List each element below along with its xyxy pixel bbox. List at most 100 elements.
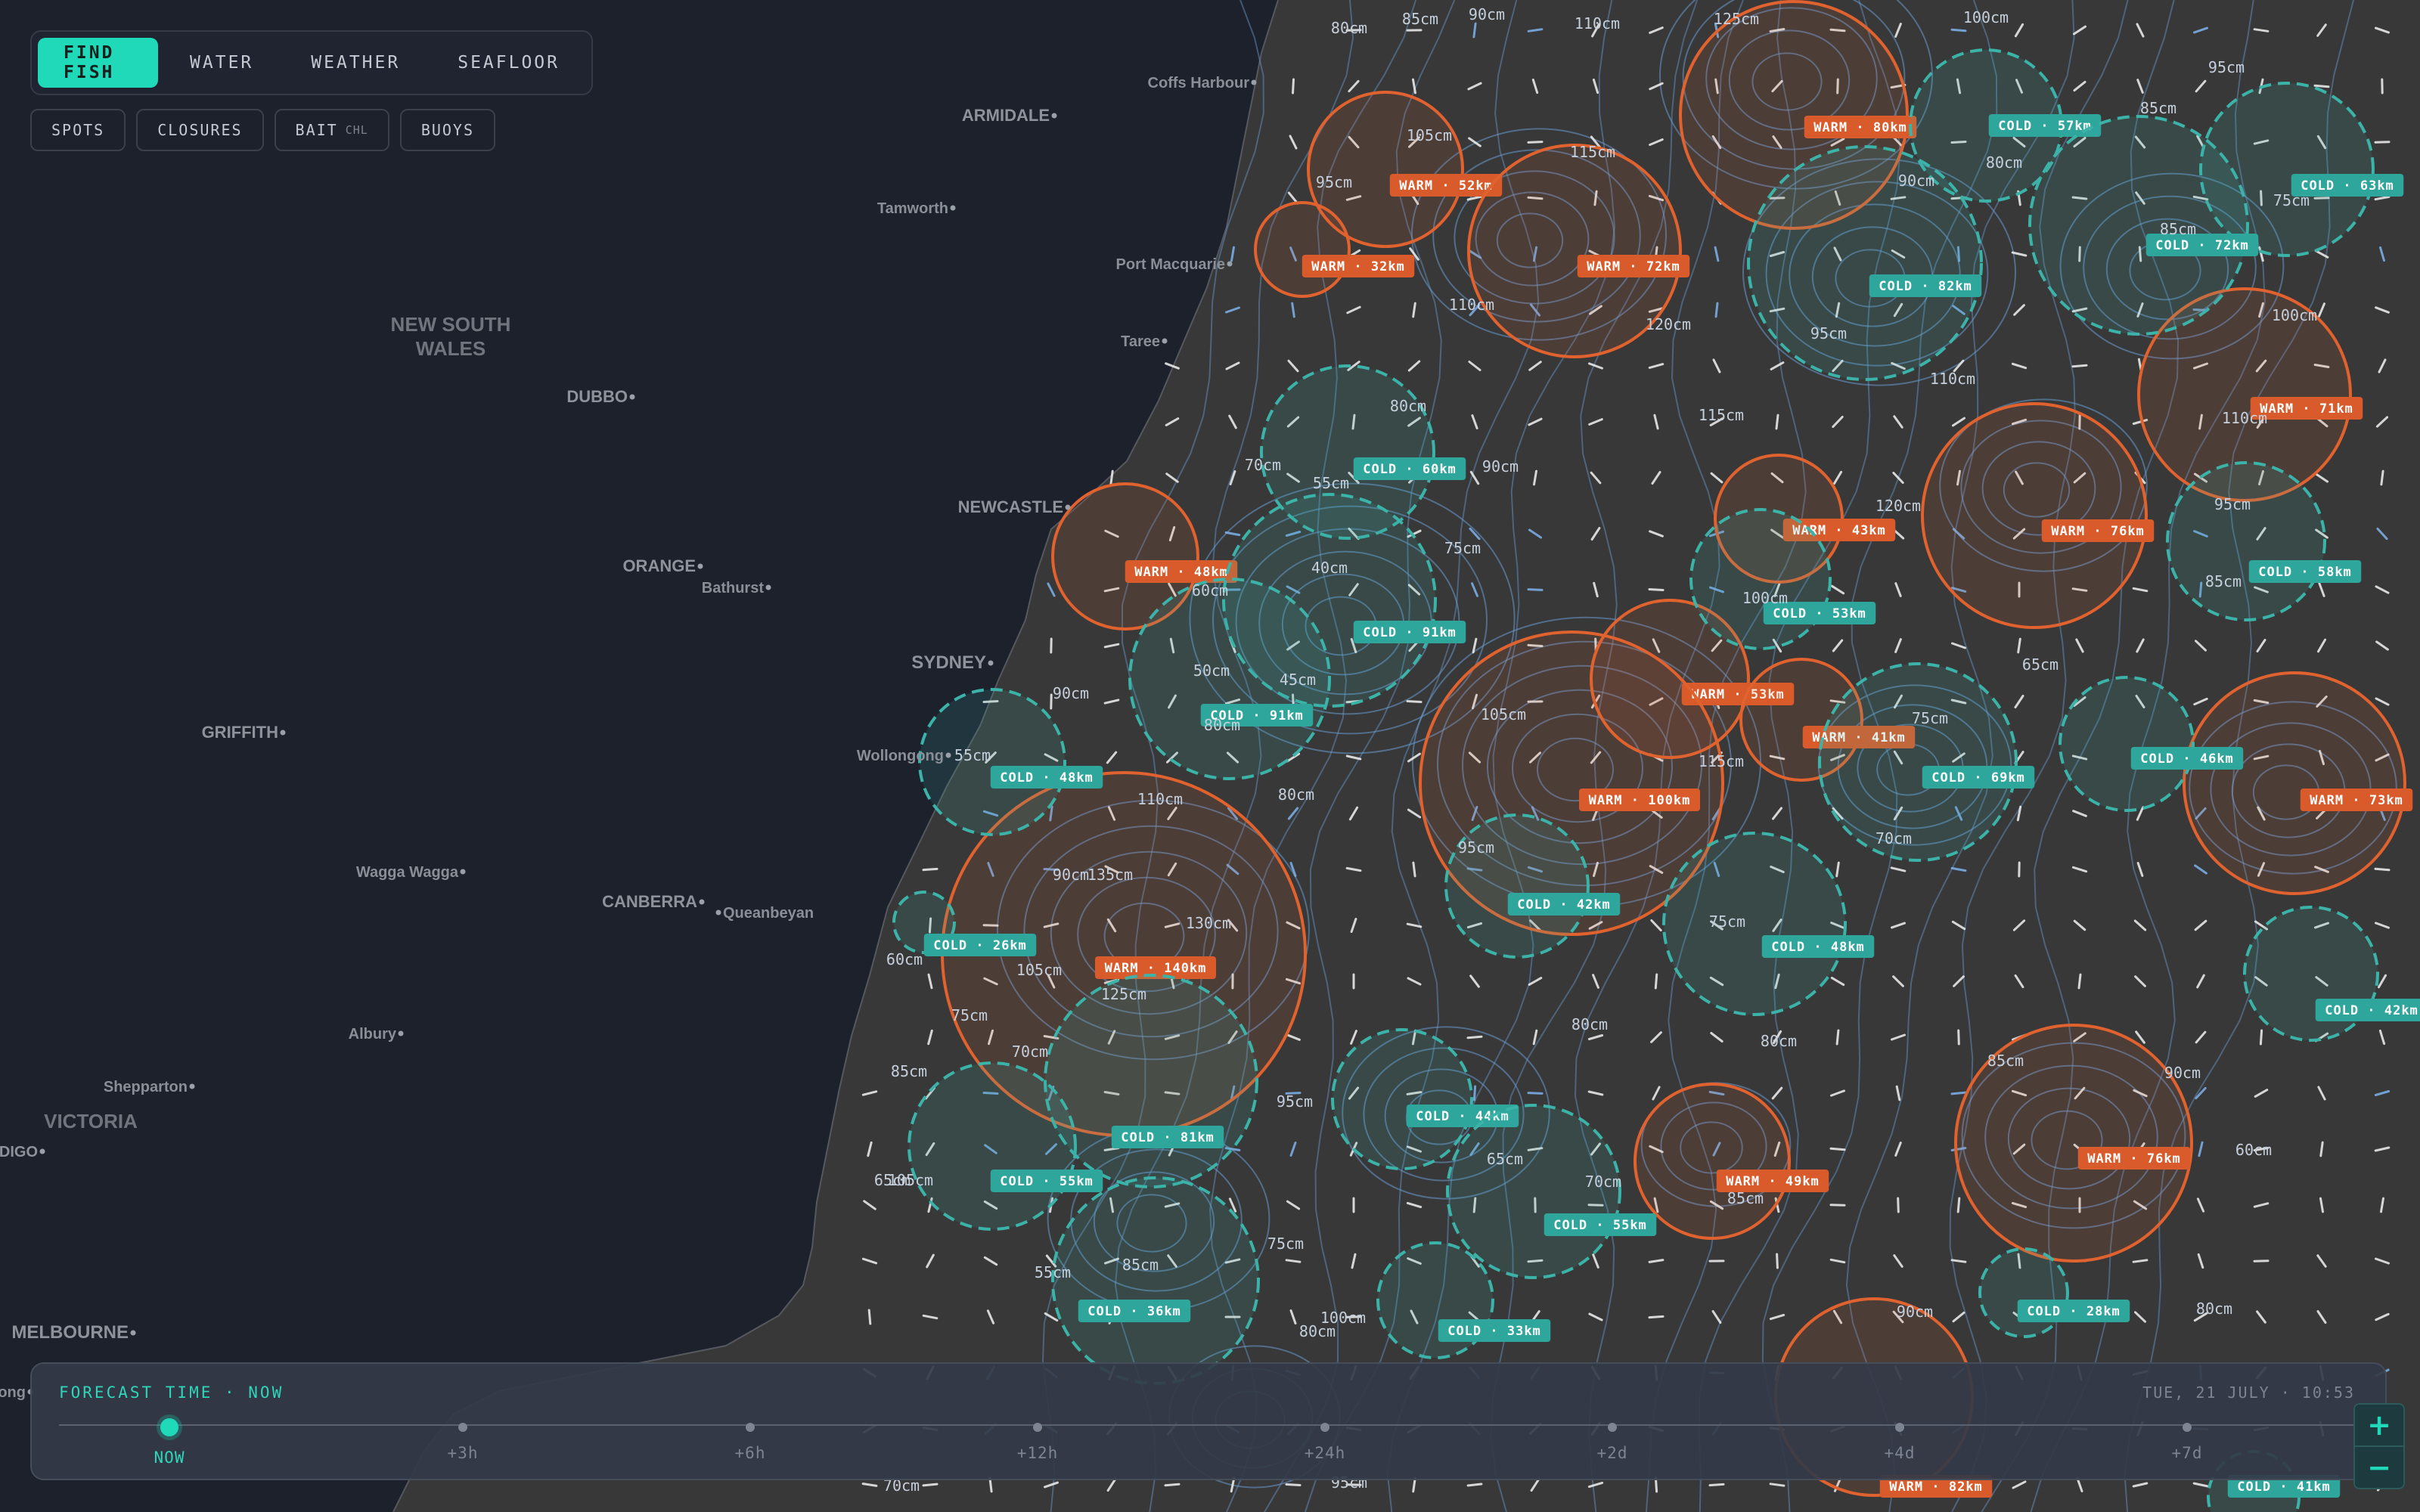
contour-value-label: 90cm: [1469, 5, 1505, 23]
contour-value-label: 90cm: [1898, 172, 1934, 190]
tab-seafloor[interactable]: SEAFLOOR: [432, 38, 585, 88]
eddy-tag-label: COLD · 41km: [2237, 1479, 2331, 1495]
city-bathurst[interactable]: Bathurst: [702, 580, 771, 596]
contour-value-label: 55cm: [1313, 474, 1349, 492]
eddy-ring: [1044, 974, 1258, 1188]
eddy-ring: [1978, 1247, 2069, 1338]
city-label: Coffs Harbour: [1148, 75, 1250, 91]
contour-value-label: 130cm: [1186, 914, 1231, 932]
contour-value-label: 70cm: [1012, 1043, 1048, 1061]
city-newcastle[interactable]: NEWCASTLE: [958, 497, 1071, 516]
contour-value-label: 110cm: [1449, 296, 1494, 314]
bait-chip[interactable]: BAIT CHL: [274, 109, 389, 151]
contour-value-label: 90cm: [1053, 684, 1089, 702]
eddy-ring: [2028, 115, 2249, 336]
city-port-macquarie[interactable]: Port Macquarie: [1116, 256, 1233, 273]
city-sydney[interactable]: SYDNEY: [911, 652, 994, 673]
city-wollongong[interactable]: Wollongong: [857, 748, 951, 764]
city-label: Bathurst: [702, 580, 765, 596]
city-dot: [945, 752, 951, 758]
city-orange[interactable]: ORANGE: [622, 556, 703, 575]
tab-water[interactable]: WATER: [164, 38, 279, 88]
contour-value-label: 105cm: [1016, 961, 1062, 979]
tab-weather[interactable]: WEATHER: [285, 38, 426, 88]
contour-value-label: 75cm: [951, 1006, 988, 1024]
city-canberra[interactable]: CANBERRA: [602, 892, 705, 911]
current-arrow: [1466, 1035, 1483, 1040]
city-melbourne[interactable]: MELBOURNE: [11, 1322, 136, 1343]
timeline-track[interactable]: [59, 1424, 2355, 1426]
contour-value-label: 85cm: [2205, 572, 2242, 590]
city-albury[interactable]: Albury: [349, 1026, 404, 1043]
contour-value-label: 80cm: [1986, 153, 2022, 172]
eddy-tag-label: WARM · 71km: [2260, 401, 2353, 417]
eddy-tag-label: COLD · 60km: [1363, 462, 1457, 477]
eddy-tag-label: COLD · 42km: [1517, 897, 1611, 912]
chip-label: CLOSURES: [157, 121, 243, 139]
city-shepparton[interactable]: Shepparton: [104, 1079, 195, 1095]
tick-label: +2d: [1596, 1444, 1628, 1462]
eddy-tag-label: COLD · 36km: [1087, 1304, 1181, 1319]
eddy-tag-label: COLD · 48km: [1000, 770, 1094, 785]
contour-value-label: 60cm: [2235, 1141, 2272, 1159]
cold-eddy[interactable]: COLD · 81km: [1044, 974, 1258, 1188]
eddy-tag-label: WARM · 76km: [2051, 524, 2145, 539]
city-tamworth[interactable]: Tamworth: [877, 200, 956, 217]
contour-value-label: 110cm: [2222, 409, 2267, 427]
city-label: Taree: [1121, 333, 1160, 350]
eddy-tag-label: WARM · 100km: [1589, 793, 1691, 808]
eddy-tag-label: WARM · 73km: [2310, 793, 2403, 808]
current-arrow: [1950, 1091, 1967, 1095]
ocean-map[interactable]: WARM · 80km WARM · 52km WARM · 32km WARM · …: [0, 0, 2420, 1512]
city-coffs-harbour[interactable]: Coffs Harbour: [1148, 75, 1257, 91]
tick-dot: [458, 1423, 467, 1432]
eddy-tag-label: COLD · 91km: [1363, 625, 1457, 640]
spots-chip[interactable]: SPOTS: [30, 109, 126, 151]
tab-find-fish[interactable]: FIND FISH: [38, 38, 159, 88]
city-label: MELBOURNE: [11, 1322, 129, 1343]
current-arrow: [1950, 28, 1967, 33]
contour-value-label: 60cm: [1192, 581, 1228, 600]
current-arrow: [1648, 1315, 1665, 1319]
contour-value-label: 75cm: [1267, 1235, 1304, 1253]
tick-dot: [746, 1423, 755, 1432]
cold-eddy[interactable]: COLD · 82km: [1747, 145, 1983, 381]
city-label: SYDNEY: [911, 652, 986, 673]
city-griffith[interactable]: GRIFFITH: [202, 723, 286, 742]
city-dot: [1162, 338, 1168, 344]
current-arrow: [2374, 867, 2391, 872]
eddy-ring: [1818, 662, 2018, 862]
eddy-tag-label: WARM · 80km: [1813, 120, 1907, 135]
eddy-ring: [1331, 1028, 1473, 1170]
eddy-ring: [908, 1061, 1077, 1231]
contour-value-label: 80cm: [1331, 19, 1367, 37]
contour-value-label: 100cm: [1742, 589, 1788, 607]
city-label: Shepparton: [104, 1079, 188, 1095]
eddy-tag-label: WARM · 49km: [1726, 1174, 1820, 1189]
contour-value-label: 125cm: [1714, 10, 1759, 28]
eddy-ring: [1662, 832, 1847, 1016]
zoom-in-button[interactable]: +: [2353, 1403, 2405, 1447]
contour-value-label: 120cm: [1876, 497, 1921, 515]
eddy-tag-label: COLD · 55km: [1000, 1174, 1094, 1189]
zoom-out-button[interactable]: −: [2353, 1445, 2405, 1489]
city-armidale[interactable]: ARMIDALE: [962, 106, 1057, 125]
eddy-tag-label: COLD · 82km: [1879, 279, 1972, 294]
current-arrow: [1776, 1253, 1779, 1269]
cold-eddy[interactable]: COLD · 36km: [1051, 1176, 1260, 1385]
contour-value-label: 115cm: [1699, 406, 1744, 424]
eddy-ring: [1921, 402, 2148, 629]
city-wagga-wagga[interactable]: Wagga Wagga: [356, 864, 466, 881]
buoys-chip[interactable]: BUOYS: [399, 109, 496, 151]
closures-chip[interactable]: CLOSURES: [136, 109, 264, 151]
eddy-ring: [1634, 1083, 1791, 1240]
contour-value-label: 110cm: [1137, 790, 1183, 808]
city-label: Geelong: [0, 1384, 26, 1401]
city-dot: [715, 909, 721, 916]
current-arrow: [2313, 84, 2330, 88]
contour-value-label: 65cm: [2022, 655, 2059, 674]
chip-label: SPOTS: [51, 121, 105, 139]
city-label: ARMIDALE: [962, 106, 1050, 125]
city-queanbeyan[interactable]: Queanbeyan: [715, 905, 814, 922]
city-dubbo[interactable]: DUBBO: [566, 387, 635, 406]
